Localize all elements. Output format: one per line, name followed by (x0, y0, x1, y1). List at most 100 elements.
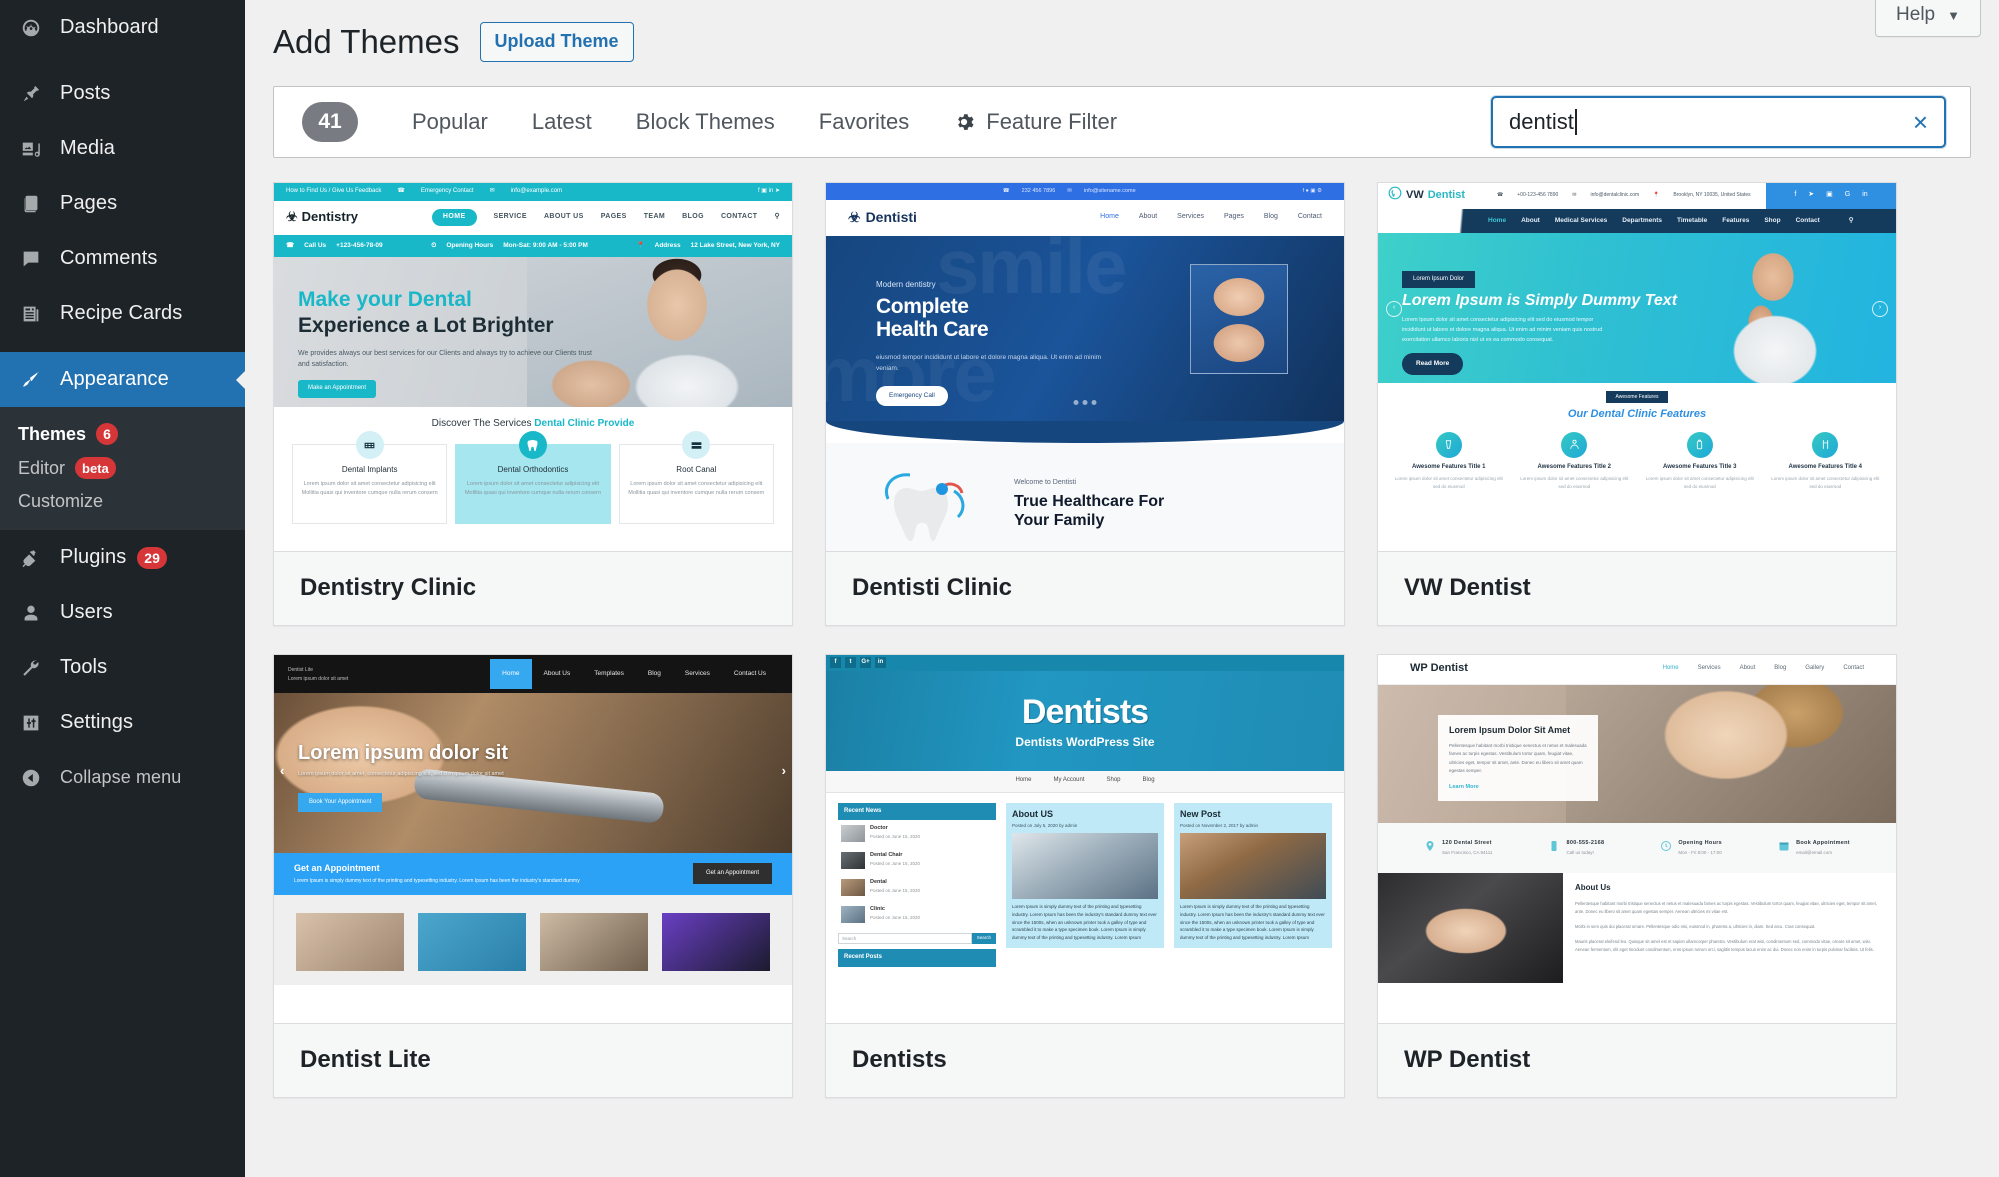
sidebar-item-plugins[interactable]: Plugins 29 (0, 530, 245, 585)
users-icon (10, 602, 52, 624)
carousel-next-icon: › (781, 762, 786, 778)
t6-about-p3: Mauris placerat eleifend leo. Quisque si… (1575, 938, 1874, 952)
t4-gallery (274, 894, 792, 985)
tab-favorites[interactable]: Favorites (797, 109, 931, 135)
theme-name-row: Dentisti Clinic (826, 550, 1344, 625)
mail-icon: ✉ (489, 187, 495, 194)
theme-card[interactable]: How to Find Us / Give Us Feedback ☎ Emer… (273, 181, 793, 626)
t3-feature-text: Lorem ipsum dolor sit amet consectetur a… (1645, 476, 1754, 490)
sidebar-item-collapse-menu[interactable]: Collapse menu (0, 750, 245, 805)
t2-hero-text: eiusmod tempor incididunt ut labore et d… (876, 353, 1102, 372)
tooth-icon: ☣ (286, 209, 298, 225)
pages-icon (10, 193, 52, 215)
help-button[interactable]: Help ▼ (1875, 0, 1981, 37)
sidebar-item-label: Posts (60, 82, 111, 104)
sidebar-item-pages[interactable]: Pages (0, 176, 245, 231)
t5-sidebar-item-title: Dental (870, 879, 887, 886)
sidebar-item-dashboard[interactable]: Dashboard (0, 0, 245, 55)
t1-brand: Dentistry (301, 209, 359, 225)
t2-menu-item: Contact (1297, 213, 1322, 221)
sidebar-item-media[interactable]: Media (0, 121, 245, 176)
theme-screenshot: f t G+ in Dentists Dentists WordPress Si… (826, 654, 1344, 1023)
t1-infobar-text: Mon-Sat: 9:00 AM - 5:00 PM (503, 241, 588, 249)
t2-about: Welcome to Dentisti True Healthcare For Y… (826, 442, 1344, 551)
wp-admin-screen: Dashboard Posts Media Pages Comments Rec… (0, 0, 1999, 1177)
sidebar-item-label: Dashboard (60, 16, 159, 38)
help-label: Help (1896, 4, 1936, 25)
search-input[interactable]: dentist × (1491, 95, 1946, 148)
sidebar-subitem-customize[interactable]: Customize (0, 485, 245, 518)
t3-menu-item: Timetable (1676, 216, 1708, 224)
t6-menu-item: Home (1662, 665, 1679, 672)
t3-feature-title: Awesome Features Title 4 (1788, 463, 1862, 470)
t3-navbar: Home About Medical Services Departments … (1378, 208, 1896, 233)
t6-info-sub: Call us today! (1566, 849, 1594, 855)
calendar-icon (1778, 840, 1790, 856)
patient-photo (1709, 242, 1844, 383)
themes-count-badge: 6 (96, 423, 119, 445)
t2-topbar: ☎ 232 456 7896 ✉ info@sitename.come f ● … (826, 182, 1344, 200)
sidebar-subitem-editor[interactable]: Editor beta (0, 451, 245, 485)
t3-feature-text: Lorem ipsum dolor sit amet consectetur a… (1771, 476, 1880, 490)
t1-menu: HOME SERVICE ABOUT US PAGES TEAM BLOG CO… (431, 209, 780, 226)
sidebar-item-label: Recipe Cards (60, 302, 183, 324)
sidebar-item-posts[interactable]: Posts (0, 66, 245, 121)
t6-hero-title: Lorem Ipsum Dolor Sit Amet (1449, 724, 1571, 735)
help-tab-container: Help ▼ (1875, 0, 1981, 37)
sidebar-item-label: Collapse menu (60, 767, 182, 787)
theme-name-row: Dentistry Clinic (274, 550, 792, 625)
theme-card[interactable]: WP Dentist Home Services About Blog Gall… (1377, 653, 1897, 1098)
twitter-icon: t (845, 657, 856, 669)
tab-feature-filter[interactable]: Feature Filter (931, 109, 1139, 135)
theme-name: Dentisti Clinic (852, 574, 1013, 602)
mail-icon: ✉ (1067, 187, 1072, 194)
theme-screenshot: ☎ 232 456 7896 ✉ info@sitename.come f ● … (826, 182, 1344, 551)
t1-service-title: Root Canal (676, 465, 717, 475)
t1-hero-title-1: Make your Dental (298, 287, 472, 311)
t3-menu-item: Features (1722, 216, 1750, 224)
t5-menu-item: My Account (1053, 777, 1085, 784)
settings-sliders-icon (10, 712, 52, 734)
t1-menu-item: BLOG (682, 213, 704, 221)
sidebar-item-tools[interactable]: Tools (0, 640, 245, 695)
t1-services-heading-accent: Dental Clinic Provide (534, 417, 635, 429)
toothpaste-icon (1686, 431, 1713, 458)
tab-popular[interactable]: Popular (390, 109, 510, 135)
clear-search-icon[interactable]: × (1913, 109, 1928, 135)
sidebar-item-label: Comments (60, 247, 158, 269)
sidebar-item-appearance[interactable]: Appearance (0, 352, 246, 407)
t3-feature: Awesome Features Title 1 Lorem ipsum dol… (1394, 431, 1504, 492)
theme-card[interactable]: f t G+ in Dentists Dentists WordPress Si… (825, 653, 1345, 1098)
t5-sidebar-item-meta: Posted on June 15, 2020 (870, 914, 921, 920)
t2-hero-title-2: Health Care (876, 318, 989, 342)
comments-icon (10, 248, 52, 270)
tab-latest[interactable]: Latest (510, 109, 614, 135)
t5-sidebar-title: Recent News (838, 802, 996, 821)
sidebar-item-comments[interactable]: Comments (0, 231, 245, 286)
sidebar-item-recipe-cards[interactable]: Recipe Cards (0, 286, 245, 341)
sidebar-item-settings[interactable]: Settings (0, 695, 245, 750)
sidebar-subitem-themes[interactable]: Themes 6 (0, 417, 245, 451)
theme-card[interactable]: Dentist Lite Lorem ipsum dolor sit amet … (273, 653, 793, 1098)
t6-info-title: Book Appointment (1796, 839, 1850, 846)
upload-theme-button[interactable]: Upload Theme (479, 22, 634, 62)
t5-sidebar-item: Dental Posted on June 15, 2020 (838, 874, 996, 901)
t3-menu-item: Departments (1622, 216, 1662, 224)
clock-icon: ⏲ (431, 241, 437, 249)
t2-menu-item: Blog (1263, 213, 1278, 221)
t6-info-item: Opening Hours Mon - Fri 8:00 - 17:00 (1660, 840, 1722, 856)
dental-tools-icon (1812, 431, 1839, 458)
tab-block-themes[interactable]: Block Themes (614, 109, 797, 135)
theme-screenshot: How to Find Us / Give Us Feedback ☎ Emer… (274, 182, 792, 551)
theme-card[interactable]: VW Dentist ☎ +00-123-456 7890 ✉ info@den… (1377, 181, 1897, 626)
t5-menu-item: Shop (1106, 777, 1121, 784)
t2-menu: Home About Services Pages Blog Contact (1100, 213, 1322, 222)
theme-search-container: dentist × (1491, 95, 1946, 148)
t3-topbar-text: Brooklyn, NY 10035, United States (1673, 192, 1751, 199)
t2-about-title: True Healthcare For Your Family (1014, 492, 1164, 530)
sidebar-item-users[interactable]: Users (0, 585, 245, 640)
t2-brand: Dentisti (865, 208, 917, 225)
phone-icon (1548, 840, 1560, 856)
theme-card[interactable]: ☎ 232 456 7896 ✉ info@sitename.come f ● … (825, 181, 1345, 626)
t3-logo: VW Dentist (1388, 186, 1465, 205)
